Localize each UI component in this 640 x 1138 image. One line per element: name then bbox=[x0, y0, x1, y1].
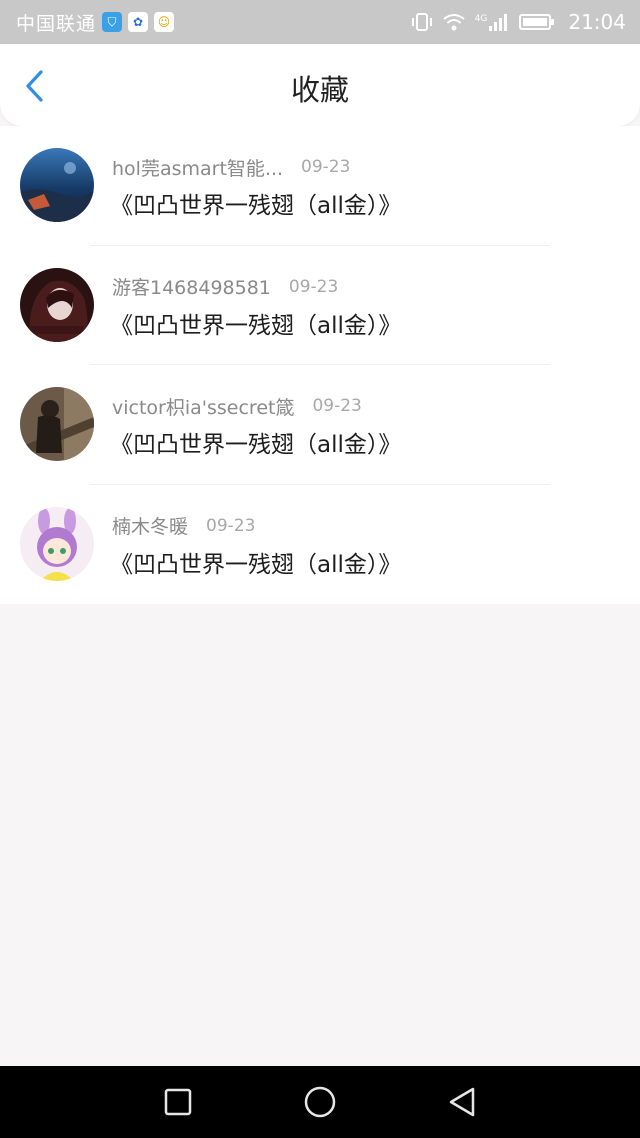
avatar[interactable] bbox=[20, 267, 94, 342]
signal-indicator: 4G bbox=[475, 12, 511, 32]
status-bar: 中国联通 ⛉ ✿ ☺ 4G 21:04 bbox=[0, 0, 640, 44]
list-item[interactable]: 楠木冬暖 09-23 《凹凸世界一残翅（all金）》 bbox=[0, 485, 640, 605]
circle-icon bbox=[304, 1086, 336, 1118]
navigation-bar bbox=[0, 1066, 640, 1138]
post-date: 09-23 bbox=[206, 515, 256, 536]
post-title[interactable]: 《凹凸世界一残翅（all金）》 bbox=[110, 186, 401, 220]
chat-app-icon: ☺ bbox=[154, 12, 175, 32]
favorites-list: hol莞asmart智能... 09-23 《凹凸世界一残翅（all金）》 游客… bbox=[0, 126, 640, 604]
user-name[interactable]: victor枳ia'ssecret箴 bbox=[112, 393, 294, 420]
post-title[interactable]: 《凹凸世界一残翅（all金）》 bbox=[110, 306, 401, 340]
signal-icon bbox=[489, 14, 508, 31]
page-title: 收藏 bbox=[290, 73, 349, 107]
post-title[interactable]: 《凹凸世界一残翅（all金）》 bbox=[110, 425, 401, 459]
post-date: 09-23 bbox=[288, 276, 339, 297]
post-date: 09-23 bbox=[301, 157, 351, 177]
back-nav-button[interactable] bbox=[432, 1072, 492, 1132]
shield-icon: ⛉ bbox=[102, 12, 123, 32]
post-date: 09-23 bbox=[312, 396, 362, 416]
baidu-icon: ✿ bbox=[128, 12, 149, 32]
square-icon bbox=[164, 1088, 192, 1116]
header: 收藏 bbox=[0, 44, 640, 126]
wifi-icon bbox=[443, 14, 465, 31]
vibrate-icon bbox=[411, 13, 432, 31]
network-type-label: 4G bbox=[474, 14, 488, 24]
user-name[interactable]: hol莞asmart智能... bbox=[112, 154, 283, 181]
chevron-left-icon bbox=[26, 70, 43, 102]
user-name[interactable]: 楠木冬暖 bbox=[112, 512, 188, 539]
avatar[interactable] bbox=[20, 387, 94, 461]
list-item[interactable]: hol莞asmart智能... 09-23 《凹凸世界一残翅（all金）》 bbox=[0, 126, 640, 246]
post-title[interactable]: 《凹凸世界一残翅（all金）》 bbox=[110, 545, 401, 579]
triangle-back-icon bbox=[449, 1087, 475, 1117]
status-icons: 4G 21:04 bbox=[411, 10, 626, 34]
carrier-label: 中国联通 bbox=[16, 12, 97, 35]
recent-apps-button[interactable] bbox=[148, 1072, 208, 1132]
avatar[interactable] bbox=[20, 506, 94, 581]
clock: 21:04 bbox=[568, 10, 626, 34]
list-item[interactable]: 游客1468498581 09-23 《凹凸世界一残翅（all金）》 bbox=[0, 246, 640, 365]
avatar[interactable] bbox=[20, 148, 94, 222]
battery-icon bbox=[519, 14, 555, 30]
list-item[interactable]: victor枳ia'ssecret箴 09-23 《凹凸世界一残翅（all金）》 bbox=[0, 365, 640, 485]
home-button[interactable] bbox=[290, 1072, 350, 1132]
back-button[interactable] bbox=[16, 66, 54, 106]
user-name[interactable]: 游客1468498581 bbox=[112, 273, 271, 300]
